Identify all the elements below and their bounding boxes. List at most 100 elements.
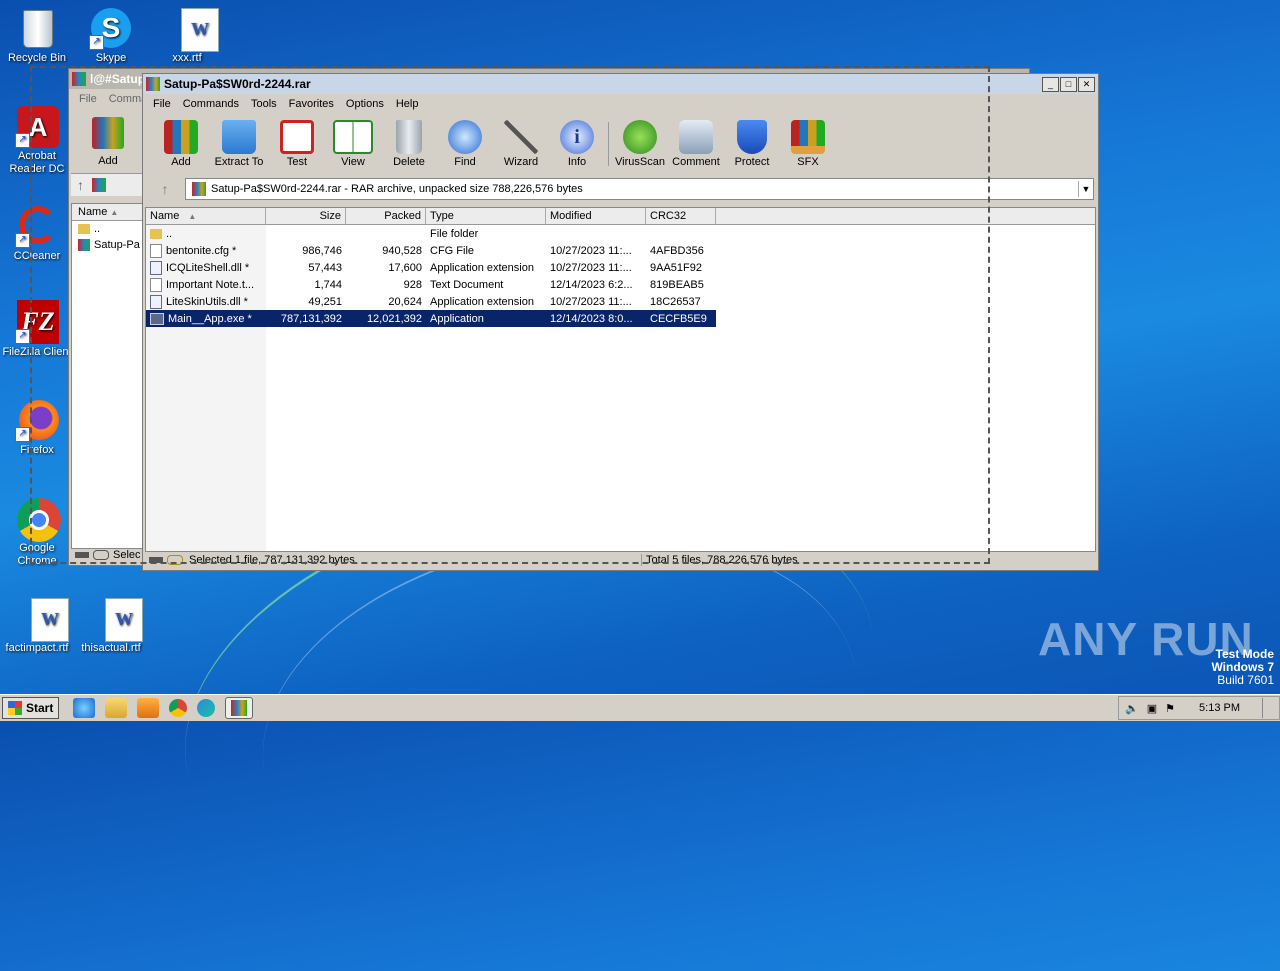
drive-icon[interactable] bbox=[149, 557, 163, 563]
cell-type: CFG File bbox=[430, 244, 474, 257]
comment-label: Comment bbox=[672, 156, 720, 168]
path-combobox[interactable]: Satup-Pa$SW0rd-2244.rar - RAR archive, u… bbox=[185, 178, 1094, 200]
add-icon bbox=[164, 120, 198, 154]
show-desktop-button[interactable] bbox=[1262, 698, 1273, 718]
desktop-icon-rtf-file[interactable]: W xxx.rtf bbox=[150, 6, 224, 64]
back-file-list[interactable]: Name ▲ .. Satup-Pa bbox=[71, 203, 145, 549]
menu-file[interactable]: File bbox=[147, 98, 177, 110]
winrar-main-window[interactable]: Satup-Pa$SW0rd-2244.rar _ □ ✕ File Comma… bbox=[142, 73, 1099, 571]
menu-tools[interactable]: Tools bbox=[245, 98, 283, 110]
minimize-button[interactable]: _ bbox=[1042, 76, 1059, 92]
menu-commands[interactable]: Commands bbox=[177, 98, 245, 110]
cell-packed: 928 bbox=[403, 278, 422, 291]
column-label: Type bbox=[430, 210, 454, 222]
sfx-button[interactable]: SFX bbox=[780, 116, 836, 168]
maximize-button[interactable]: □ bbox=[1060, 76, 1077, 92]
folder-extract-icon bbox=[222, 120, 256, 154]
file-list[interactable]: Name ▲ Size Packed Type Modified CRC32 .… bbox=[145, 207, 1096, 552]
column-header-size[interactable]: Size bbox=[266, 208, 346, 224]
back-pathbar: ↑ bbox=[71, 173, 149, 196]
list-item[interactable]: .. bbox=[72, 221, 144, 237]
find-label: Find bbox=[454, 156, 476, 168]
table-row[interactable]: bentonite.cfg * 986,746 940,528 CFG File… bbox=[146, 242, 1095, 259]
menu-file[interactable]: File bbox=[73, 93, 103, 105]
desktop-icon-firefox[interactable]: ↗ Firefox bbox=[0, 398, 74, 456]
file-explorer-icon[interactable] bbox=[105, 698, 128, 718]
archive-icon bbox=[192, 182, 206, 196]
up-arrow-icon[interactable]: ↑ bbox=[77, 177, 84, 193]
desktop-icon-chrome[interactable]: Google Chrome bbox=[0, 496, 74, 568]
menu-help[interactable]: Help bbox=[390, 98, 425, 110]
add-button[interactable]: Add bbox=[153, 116, 209, 168]
desktop-icon-skype[interactable]: S ↗ Skype bbox=[74, 6, 148, 64]
close-button[interactable]: ✕ bbox=[1078, 76, 1095, 92]
column-header-name[interactable]: Name ▲ bbox=[146, 208, 266, 224]
desktop-icon-acrobat[interactable]: A ↗ Acrobat Reader DC bbox=[0, 104, 74, 176]
desktop-icon-ccleaner[interactable]: ↗ CCleaner bbox=[0, 204, 74, 262]
menu-favorites[interactable]: Favorites bbox=[283, 98, 340, 110]
desktop-icon-label: FileZilla Client bbox=[2, 346, 72, 358]
table-row[interactable]: Important Note.t... 1,744 928 Text Docum… bbox=[146, 276, 1095, 293]
comment-button[interactable]: Comment bbox=[668, 116, 724, 168]
find-button[interactable]: Find bbox=[437, 116, 493, 168]
cell-size: 1,744 bbox=[314, 278, 342, 291]
info-button[interactable]: i Info bbox=[549, 116, 605, 168]
cell-type: Application extension bbox=[430, 261, 534, 274]
extract-to-label: Extract To bbox=[214, 156, 264, 168]
desktop-icon-filezilla[interactable]: FZ ↗ FileZilla Client bbox=[0, 300, 74, 358]
cell-name: ICQLiteShell.dll * bbox=[166, 261, 250, 274]
taskbar: Start 🔈 ▣ ⚑ 5:13 PM bbox=[0, 694, 1280, 721]
edge-icon[interactable] bbox=[197, 699, 216, 717]
desktop-icon-label: xxx.rtf bbox=[172, 52, 202, 64]
winrar-taskbar-button[interactable] bbox=[225, 697, 254, 719]
flag-icon[interactable]: ⚑ bbox=[1165, 702, 1175, 715]
column-header-type[interactable]: Type bbox=[426, 208, 546, 224]
table-row-selected[interactable]: Main__App.exe * 787,131,392 12,021,392 A… bbox=[146, 310, 716, 327]
cell-size: 57,443 bbox=[308, 261, 342, 274]
list-item[interactable]: Satup-Pa bbox=[72, 237, 144, 253]
protect-button[interactable]: Protect bbox=[724, 116, 780, 168]
path-bar: ↑ Satup-Pa$SW0rd-2244.rar - RAR archive,… bbox=[145, 178, 1094, 200]
column-name-label: Name bbox=[78, 206, 108, 218]
list-item-label: Satup-Pa bbox=[94, 239, 140, 251]
cell-name: bentonite.cfg * bbox=[166, 244, 237, 257]
network-icon[interactable]: ▣ bbox=[1147, 702, 1157, 715]
cell-type: Application extension bbox=[430, 295, 534, 308]
column-header-packed[interactable]: Packed bbox=[346, 208, 426, 224]
desktop-icon-recycle-bin[interactable]: Recycle Bin bbox=[0, 6, 74, 64]
exe-icon bbox=[150, 312, 164, 325]
desktop-icon-label: Skype bbox=[95, 52, 127, 64]
delete-button[interactable]: Delete bbox=[381, 116, 437, 168]
sfx-icon bbox=[791, 120, 825, 154]
table-row[interactable]: ICQLiteShell.dll * 57,443 17,600 Applica… bbox=[146, 259, 1095, 276]
desktop-icon-label: thisactual.rtf bbox=[81, 642, 141, 654]
up-folder-button[interactable]: ↑ bbox=[145, 178, 185, 200]
view-button[interactable]: View bbox=[325, 116, 381, 168]
clock[interactable]: 5:13 PM bbox=[1199, 702, 1240, 714]
test-button[interactable]: Test bbox=[269, 116, 325, 168]
speaker-icon[interactable]: 🔈 bbox=[1125, 702, 1139, 715]
desktop-icon-label: Acrobat Reader DC bbox=[9, 150, 65, 175]
main-window-titlebar[interactable]: Satup-Pa$SW0rd-2244.rar _ □ ✕ bbox=[143, 74, 1098, 94]
chevron-down-icon[interactable]: ▼ bbox=[1078, 181, 1093, 197]
table-row[interactable]: .. File folder bbox=[146, 225, 1095, 242]
start-button[interactable]: Start bbox=[2, 697, 60, 719]
back-column-header[interactable]: Name ▲ bbox=[72, 204, 144, 221]
media-player-icon[interactable] bbox=[137, 698, 160, 718]
column-header-modified[interactable]: Modified bbox=[546, 208, 646, 224]
wizard-button[interactable]: Wizard bbox=[493, 116, 549, 168]
table-row[interactable]: LiteSkinUtils.dll * 49,251 20,624 Applic… bbox=[146, 293, 1095, 310]
virusscan-button[interactable]: VirusScan bbox=[612, 116, 668, 168]
system-tray: 🔈 ▣ ⚑ 5:13 PM bbox=[1118, 696, 1280, 720]
menu-options[interactable]: Options bbox=[340, 98, 390, 110]
desktop-icon-factimpact[interactable]: W factimpact.rtf bbox=[0, 596, 74, 654]
status-total: Total 5 files, 788,226,576 bytes bbox=[641, 554, 798, 566]
chrome-taskbar-icon[interactable] bbox=[169, 699, 188, 717]
back-add-button[interactable]: Add bbox=[83, 117, 133, 167]
desktop-icon-thisactual[interactable]: W thisactual.rtf bbox=[74, 596, 148, 654]
column-header-crc32[interactable]: CRC32 bbox=[646, 208, 716, 224]
internet-explorer-icon[interactable] bbox=[73, 698, 96, 718]
key-icon[interactable] bbox=[167, 555, 183, 565]
extract-to-button[interactable]: Extract To bbox=[209, 116, 269, 168]
desktop-icon-label: Firefox bbox=[20, 444, 54, 456]
